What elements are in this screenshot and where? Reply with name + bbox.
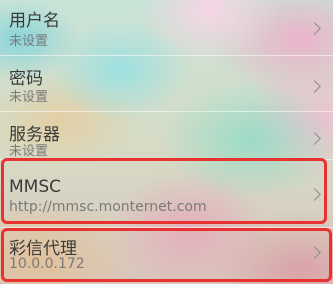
chevron-right-icon	[308, 22, 321, 35]
setting-value: http://mmsc.monternet.com	[9, 199, 207, 215]
chevron-right-icon	[308, 188, 321, 201]
setting-value: 未设置	[9, 34, 49, 49]
setting-row-server[interactable]: 服务器 未设置	[0, 112, 333, 160]
setting-row-mmsc[interactable]: MMSC http://mmsc.monternet.com	[0, 160, 333, 228]
setting-row-password[interactable]: 密码 未设置	[0, 56, 333, 112]
setting-label: 用户名	[9, 11, 60, 31]
setting-label: MMSC	[9, 177, 61, 197]
setting-value: 10.0.0.172	[9, 256, 85, 272]
chevron-right-icon	[308, 80, 321, 93]
chevron-right-icon	[308, 132, 321, 145]
setting-row-username[interactable]: 用户名 未设置	[0, 0, 333, 56]
setting-value: 未设置	[9, 144, 49, 159]
setting-value: 未设置	[9, 90, 49, 105]
settings-list: 用户名 未设置 密码 未设置 服务器 未设置 MMSC http://mmsc.…	[0, 0, 333, 284]
setting-row-mms-proxy[interactable]: 彩信代理 10.0.0.172	[0, 228, 333, 284]
chevron-right-icon	[308, 246, 321, 259]
